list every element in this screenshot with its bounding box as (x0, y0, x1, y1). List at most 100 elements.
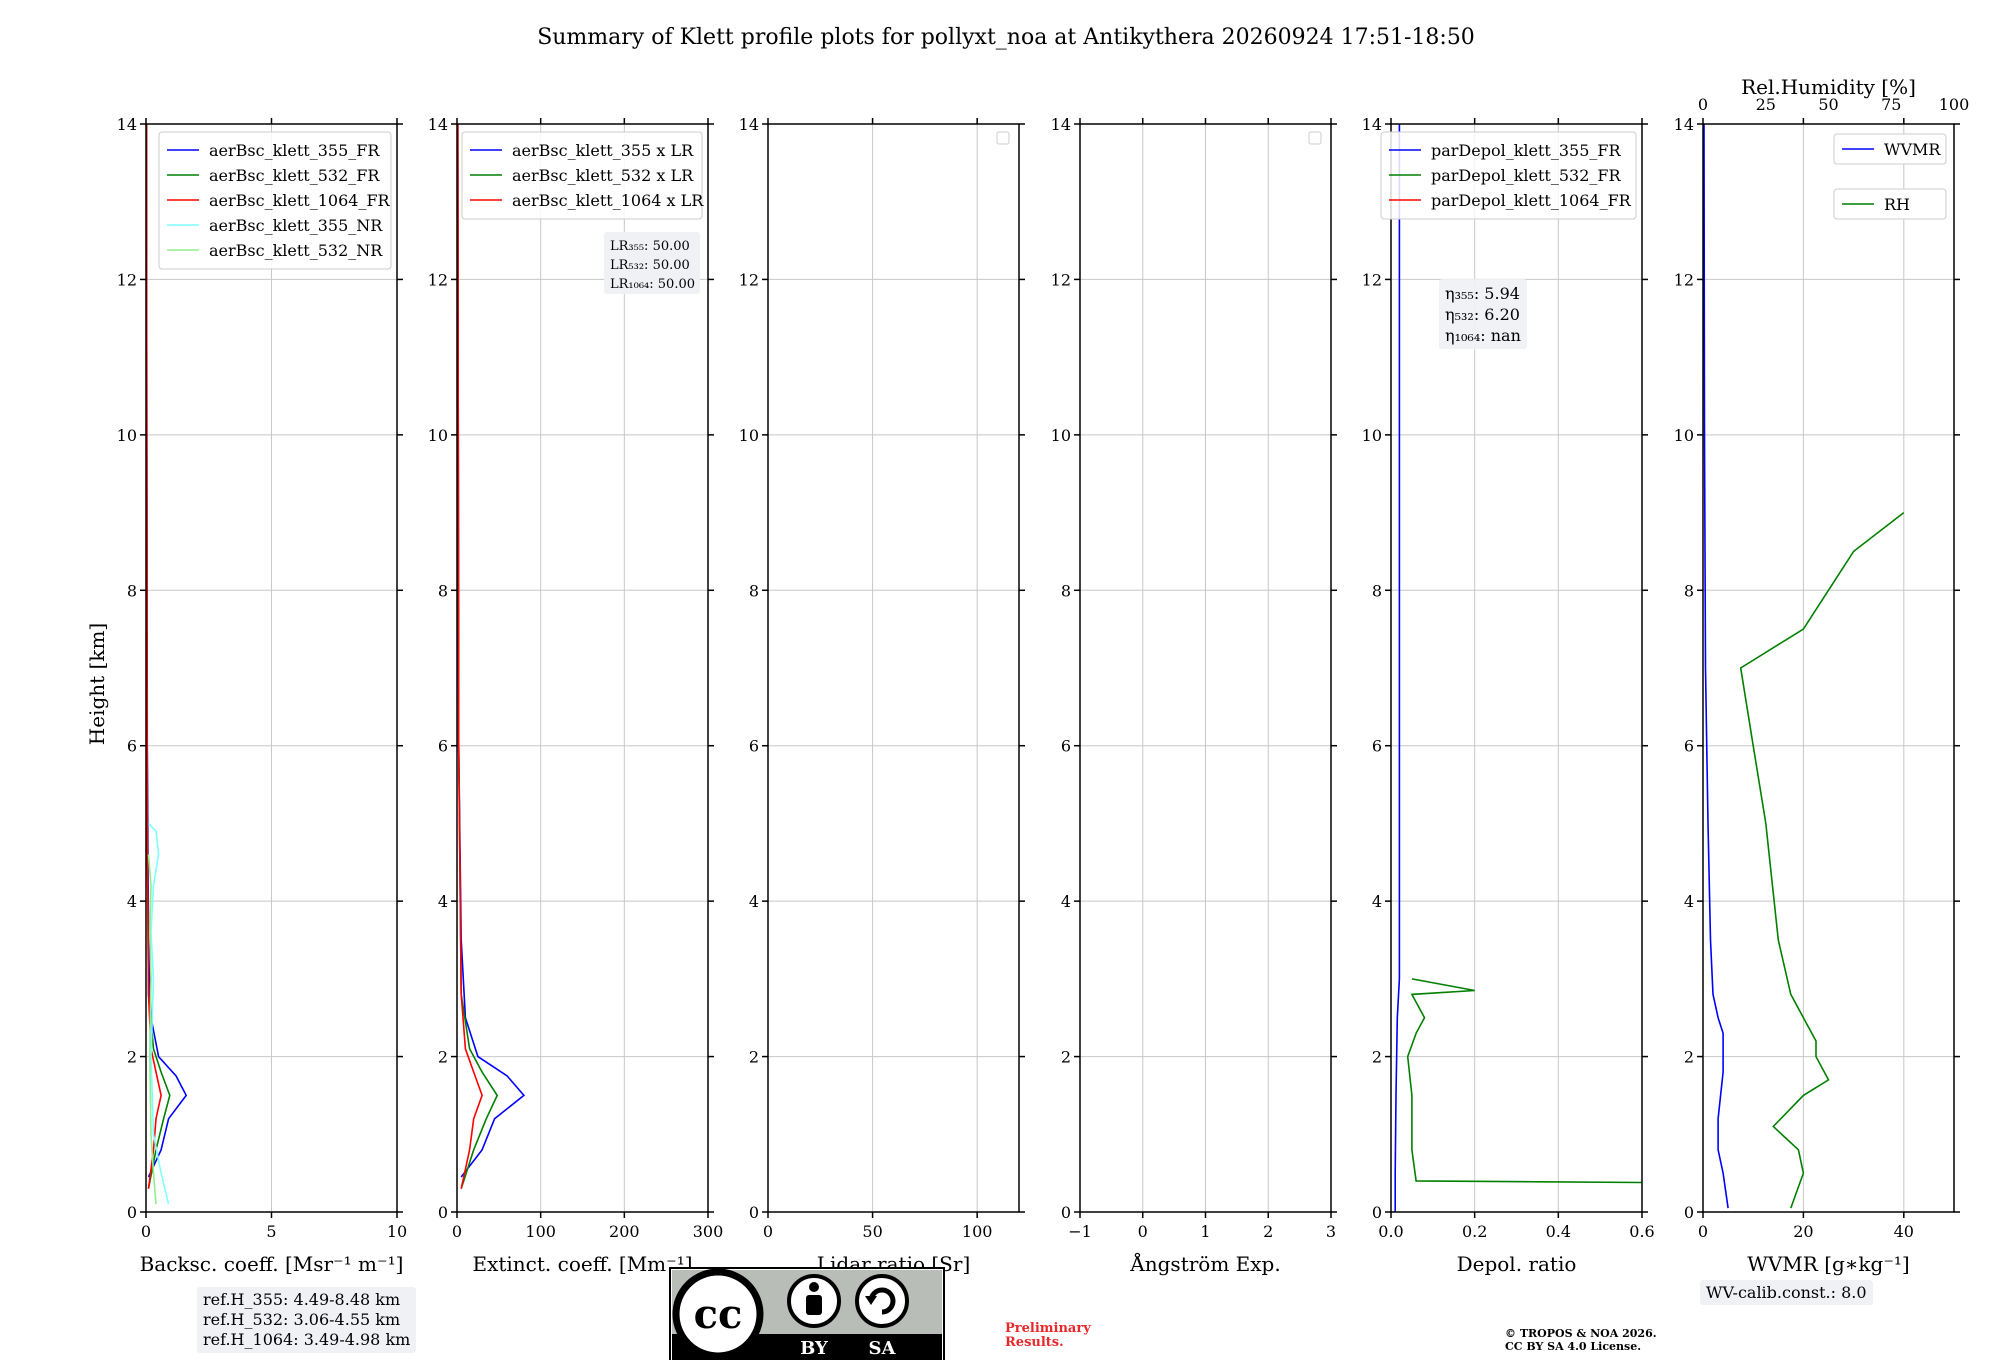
legend-label: aerBsc_klett_532_FR (209, 166, 380, 185)
legend-label: aerBsc_klett_1064 x LR (512, 191, 704, 210)
annotation-line: LR₃₅₅: 50.00 (610, 239, 690, 254)
x-tick-label: 200 (609, 1222, 640, 1241)
x-tick-label: 5 (266, 1222, 276, 1241)
series-line-aerBsc_klett_1064 x LR (457, 124, 483, 1189)
figure-title: Summary of Klett profile plots for polly… (537, 25, 1475, 50)
figure: Summary of Klett profile plots for polly… (0, 0, 2000, 1363)
y-tick-label: 12 (117, 270, 137, 289)
y-tick-label: 14 (1362, 115, 1382, 134)
preliminary-line-2: Results. (1005, 1335, 1064, 1350)
by-label: BY (800, 1338, 829, 1359)
x2-tick-label: 100 (1939, 95, 1970, 114)
y-tick-label: 2 (749, 1048, 759, 1067)
x-tick-label: 10 (387, 1222, 407, 1241)
legend-RH: RH (1833, 188, 1947, 220)
y-tick-label: 2 (1372, 1048, 1382, 1067)
y-tick-label: 8 (1061, 581, 1071, 600)
x-tick-label: 0.2 (1462, 1222, 1487, 1241)
y-tick-label: 0 (1684, 1203, 1694, 1222)
legend: aerBsc_klett_355_FR aerBsc_klett_532_FRae… (158, 131, 392, 270)
x-tick-label: 0 (141, 1222, 151, 1241)
series-line-aerBsc_klett_355 x LR (457, 124, 526, 1178)
y-tick-label: 2 (127, 1048, 137, 1067)
x-axis-label: WVMR [g∗kg⁻¹] (1747, 1252, 1909, 1276)
axes-frame (767, 123, 1020, 1213)
y-tick-label: 6 (1372, 737, 1382, 756)
x-tick-label: 0.4 (1546, 1222, 1571, 1241)
y-tick-label: 10 (1674, 426, 1694, 445)
y-tick-label: 10 (1362, 426, 1382, 445)
x-axis-label: Extinct. coeff. [Mm⁻¹] (472, 1252, 692, 1276)
y-tick-label: 8 (749, 581, 759, 600)
legend-label: RH (1884, 195, 1910, 214)
y-tick-label: 14 (428, 115, 448, 134)
person-head (809, 1282, 819, 1292)
y-tick-label: 14 (1674, 115, 1694, 134)
series-line-parDepol_klett_355_FR (1394, 124, 1401, 1212)
ref-height-1064: ref.H_1064: 3.49-4.98 km (203, 1330, 411, 1349)
x2-axis-label: Rel.Humidity [%] (1741, 75, 1916, 99)
empty-legend-icon (996, 131, 1010, 145)
y-tick-label: 12 (1362, 270, 1382, 289)
x-axis-label: Depol. ratio (1457, 1252, 1577, 1276)
x-tick-label: 300 (693, 1222, 724, 1241)
x-tick-label: 0 (1698, 1222, 1708, 1241)
sa-share-icon (855, 1274, 909, 1328)
y-tick-label: 0 (1372, 1203, 1382, 1222)
series-line-RH (1739, 511, 1905, 1209)
cc-by-sa-badge: cc BY SA (669, 1267, 945, 1363)
legend-label: parDepol_klett_1064_FR (1431, 191, 1632, 210)
x-tick-label: 0.0 (1378, 1222, 1403, 1241)
preliminary-line-1: Preliminary (1005, 1321, 1091, 1336)
x-axis-label: Ångström Exp. (1129, 1251, 1280, 1276)
plot-canvas: Summary of Klett profile plots for polly… (85, 25, 1970, 1363)
cc-text: cc (694, 1291, 743, 1338)
y-tick-label: 4 (438, 892, 448, 911)
x-tick-label: 0 (452, 1222, 462, 1241)
y-tick-label: 12 (428, 270, 448, 289)
empty-legend-icon (1308, 131, 1322, 145)
x-tick-label: 1 (1200, 1222, 1210, 1241)
x-tick-label: 100 (962, 1222, 993, 1241)
y-tick-label: 0 (749, 1203, 759, 1222)
y-axis-label: Height [km] (85, 623, 109, 745)
y-tick-label: 6 (438, 737, 448, 756)
legend-label: aerBsc_klett_532_NR (209, 241, 383, 260)
x2-tick-label: 0 (1698, 95, 1708, 114)
y-tick-label: 0 (127, 1203, 137, 1222)
panel-3: 0 50 10002468101214Lidar ratio [Sr] (739, 115, 1025, 1276)
x-tick-label: −1 (1068, 1222, 1092, 1241)
x-tick-label: 0 (1138, 1222, 1148, 1241)
annotation-line: η₃₅₅: 5.94 (1445, 284, 1520, 303)
legend-label: aerBsc_klett_1064_FR (209, 191, 391, 210)
copyright-line-2: CC BY SA 4.0 License. (1505, 1340, 1642, 1353)
ref-height-532: ref.H_532: 3.06-4.55 km (203, 1310, 401, 1329)
series-line-WVMR (1703, 124, 1729, 1209)
y-tick-label: 2 (438, 1048, 448, 1067)
y-tick-label: 6 (749, 737, 759, 756)
x-tick-label: 40 (1894, 1222, 1914, 1241)
annotation-line: LR₁₀₆₄: 50.00 (610, 277, 695, 292)
series-line-parDepol_klett_532_FR (1406, 978, 1642, 1184)
y-tick-label: 10 (1051, 426, 1071, 445)
reference-height-box: ref.H_355: 4.49-8.48 km ref.H_532: 3.06-… (197, 1287, 417, 1353)
y-tick-label: 12 (739, 270, 759, 289)
x-tick-label: 3 (1326, 1222, 1336, 1241)
y-tick-label: 12 (1674, 270, 1694, 289)
y-tick-label: 4 (127, 892, 137, 911)
x-tick-label: 2 (1263, 1222, 1273, 1241)
y-tick-label: 8 (127, 581, 137, 600)
y-tick-label: 4 (1684, 892, 1694, 911)
y-tick-label: 4 (1061, 892, 1071, 911)
legend: aerBsc_klett_355 x LR aerBsc_klett_532 x … (461, 131, 704, 220)
x-tick-label: 50 (862, 1222, 882, 1241)
x-tick-label: 0.6 (1629, 1222, 1654, 1241)
copyright-note: © TROPOS & NOA 2026. CC BY SA 4.0 Licens… (1505, 1327, 1657, 1353)
panel-4: −1 0 1 2 302468101214Ångström Exp. (1051, 115, 1337, 1276)
panel-2: 0 100 200 300 0 2 4 6 8 10 12 14 Extinct. coeff. [Mm… (428, 115, 724, 1276)
legend: parDepol_klett_355_FR parDepol_klett_532_… (1380, 131, 1637, 220)
y-tick-label: 8 (438, 581, 448, 600)
x-tick-label: 100 (525, 1222, 556, 1241)
panel-5: 0.0 0.2 0.4 0.6 0 2 4 6 8 10 12 14 Depol. ratio parDe… (1362, 115, 1655, 1276)
x-tick-label: 20 (1793, 1222, 1813, 1241)
